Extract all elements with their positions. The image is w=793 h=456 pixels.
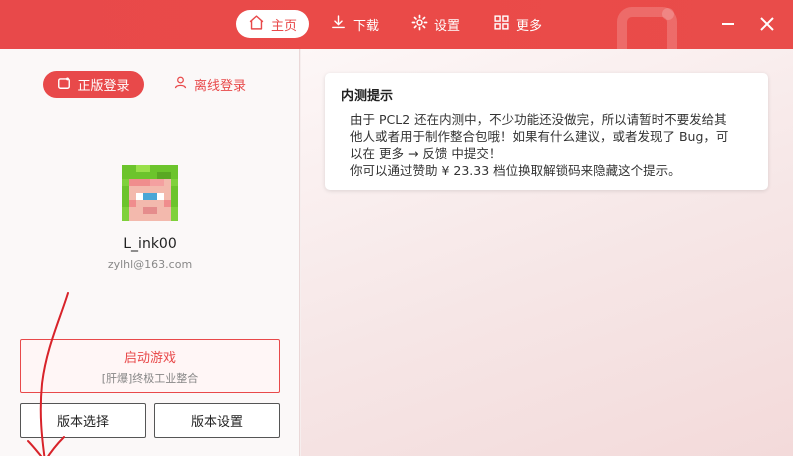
user-email: zylhl@163.com [107, 258, 193, 271]
notice-line: 他人或者用于制作整合包哦！如果有什么建议，或者发现了 Bug，可 [350, 129, 729, 144]
user-icon [173, 75, 188, 94]
launch-game-button[interactable]: 启动游戏 [肝爆]终极工业整合 [20, 339, 280, 393]
nav-settings-label: 设置 [434, 18, 461, 34]
nav-home-tab[interactable]: 主页 [236, 10, 310, 38]
notice-title: 内测提示 [341, 89, 394, 104]
offline-login-button[interactable]: 离线登录 [162, 71, 257, 98]
beta-notice-card: 内测提示 由于 PCL2 还在内测中，不少功能还没做完，所以请暂时不要发给其 他… [325, 73, 768, 190]
official-login-button[interactable]: 正版登录 [43, 71, 144, 98]
version-select-label: 版本选择 [56, 415, 109, 430]
gear-icon [411, 14, 428, 35]
nav-download-tab[interactable]: 下载 [318, 10, 391, 38]
launch-game-version: [肝爆]终极工业整合 [101, 371, 199, 385]
version-settings-button[interactable]: 版本设置 [154, 403, 280, 438]
nav-download-label: 下载 [353, 18, 380, 34]
notice-body: 由于 PCL2 还在内测中，不少功能还没做完，所以请暂时不要发给其 他人或者用于… [350, 111, 750, 179]
notice-line: 以在 更多 → 反馈 中提交！ [350, 146, 502, 161]
close-button[interactable] [755, 12, 779, 36]
minimize-icon [716, 23, 740, 40]
username: L_ink00 [123, 236, 177, 252]
left-panel: 正版登录 离线登录 L_ink00 zylhl@163.com 启动游戏 [肝爆… [0, 49, 300, 456]
version-settings-label: 版本设置 [190, 415, 243, 430]
grid-icon [493, 14, 510, 35]
close-icon [755, 17, 779, 40]
avatar [122, 165, 178, 221]
nav-settings-tab[interactable]: 设置 [399, 10, 472, 38]
notice-line: 由于 PCL2 还在内测中，不少功能还没做完，所以请暂时不要发给其 [350, 112, 727, 127]
home-icon [248, 14, 265, 35]
offline-login-label: 离线登录 [193, 79, 246, 94]
download-icon [330, 14, 347, 35]
main-content: 内测提示 由于 PCL2 还在内测中，不少功能还没做完，所以请暂时不要发给其 他… [301, 49, 793, 456]
launch-game-label: 启动游戏 [123, 350, 176, 366]
official-login-icon [57, 76, 71, 94]
nav-more-label: 更多 [516, 18, 543, 34]
minimize-button[interactable] [716, 12, 740, 36]
nav-more-tab[interactable]: 更多 [481, 10, 554, 38]
nav-home-label: 主页 [271, 18, 298, 34]
official-login-label: 正版登录 [77, 79, 130, 94]
decorative-logo-icon [616, 6, 688, 49]
notice-line: 你可以通过赞助 ¥ 23.33 档位换取解锁码来隐藏这个提示。 [350, 163, 681, 178]
title-bar: 主页 下载 设置 更多 [0, 0, 793, 49]
version-select-button[interactable]: 版本选择 [20, 403, 146, 438]
